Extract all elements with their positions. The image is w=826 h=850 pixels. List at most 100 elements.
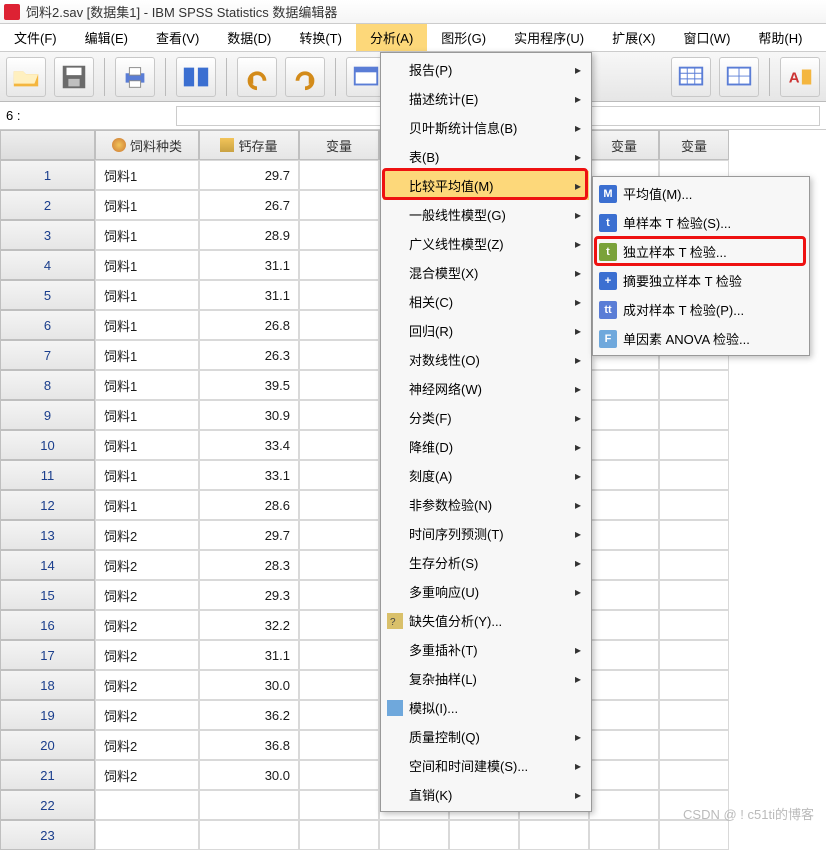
cell-val[interactable]: 28.9 <box>199 220 299 250</box>
open-button[interactable] <box>6 57 46 97</box>
menu-help[interactable]: 帮助(H) <box>744 24 816 51</box>
row-header[interactable]: 5 <box>0 280 95 310</box>
cell-empty[interactable] <box>299 730 379 760</box>
cell-empty[interactable] <box>589 400 659 430</box>
col-header-empty[interactable]: 变量 <box>299 130 379 160</box>
menu-forecast[interactable]: 时间序列预测(T) <box>383 519 589 548</box>
cell-type[interactable]: 饲料2 <box>95 700 199 730</box>
cell-empty[interactable] <box>659 760 729 790</box>
row-header[interactable]: 1 <box>0 160 95 190</box>
cell-empty[interactable] <box>589 700 659 730</box>
cell-type[interactable]: 饲料1 <box>95 190 199 220</box>
cell-val[interactable]: 33.1 <box>199 460 299 490</box>
cell-val[interactable]: 26.3 <box>199 340 299 370</box>
row-header[interactable]: 11 <box>0 460 95 490</box>
cell-type[interactable] <box>95 790 199 820</box>
cell-empty[interactable] <box>299 280 379 310</box>
row-header[interactable]: 8 <box>0 370 95 400</box>
menu-mixed[interactable]: 混合模型(X) <box>383 258 589 287</box>
cell-empty[interactable] <box>299 760 379 790</box>
undo-button[interactable] <box>237 57 277 97</box>
cell-empty[interactable] <box>299 520 379 550</box>
cell-empty[interactable] <box>299 490 379 520</box>
row-header[interactable]: 17 <box>0 640 95 670</box>
cell-empty[interactable] <box>659 580 729 610</box>
cell-empty[interactable] <box>589 460 659 490</box>
cell-empty[interactable] <box>299 460 379 490</box>
cell-empty[interactable] <box>299 370 379 400</box>
row-header[interactable]: 18 <box>0 670 95 700</box>
cell-empty[interactable] <box>659 700 729 730</box>
menu-extensions[interactable]: 扩展(X) <box>598 24 669 51</box>
cell-type[interactable]: 饲料2 <box>95 550 199 580</box>
menu-data[interactable]: 数据(D) <box>213 24 285 51</box>
row-header[interactable]: 7 <box>0 340 95 370</box>
cell-val[interactable]: 28.3 <box>199 550 299 580</box>
cell-empty[interactable] <box>589 820 659 850</box>
menu-mi[interactable]: 多重插补(T) <box>383 635 589 664</box>
cell-type[interactable]: 饲料1 <box>95 160 199 190</box>
cell-empty[interactable] <box>299 400 379 430</box>
cell-type[interactable]: 饲料2 <box>95 760 199 790</box>
cell-val[interactable]: 28.6 <box>199 490 299 520</box>
cell-empty[interactable] <box>519 820 589 850</box>
row-header[interactable]: 4 <box>0 250 95 280</box>
menu-analyze[interactable]: 分析(A) <box>356 24 427 51</box>
cell-type[interactable]: 饲料2 <box>95 670 199 700</box>
row-header[interactable]: 15 <box>0 580 95 610</box>
cell-val[interactable]: 30.9 <box>199 400 299 430</box>
cell-empty[interactable] <box>589 550 659 580</box>
menu-descriptive[interactable]: 描述统计(E) <box>383 84 589 113</box>
print-button[interactable] <box>115 57 155 97</box>
menu-report[interactable]: 报告(P) <box>383 55 589 84</box>
cell-empty[interactable] <box>449 820 519 850</box>
menu-complex[interactable]: 复杂抽样(L) <box>383 664 589 693</box>
sub-anova[interactable]: F单因素 ANOVA 检验... <box>595 324 807 353</box>
cell-empty[interactable] <box>659 370 729 400</box>
cell-type[interactable]: 饲料2 <box>95 730 199 760</box>
cell-type[interactable]: 饲料2 <box>95 580 199 610</box>
cell-val[interactable] <box>199 820 299 850</box>
menu-bayes[interactable]: 贝叶斯统计信息(B) <box>383 113 589 142</box>
menu-compare-means[interactable]: 比较平均值(M) <box>383 171 589 200</box>
cell-val[interactable]: 29.3 <box>199 580 299 610</box>
row-header[interactable]: 13 <box>0 520 95 550</box>
cell-val[interactable]: 31.1 <box>199 250 299 280</box>
cell-empty[interactable] <box>659 550 729 580</box>
menu-regression[interactable]: 回归(R) <box>383 316 589 345</box>
menu-view[interactable]: 查看(V) <box>142 24 213 51</box>
cell-type[interactable] <box>95 820 199 850</box>
row-header[interactable]: 23 <box>0 820 95 850</box>
sub-means[interactable]: M平均值(M)... <box>595 179 807 208</box>
col-header-empty[interactable]: 变量 <box>659 130 729 160</box>
cell-val[interactable]: 30.0 <box>199 670 299 700</box>
cell-empty[interactable] <box>589 610 659 640</box>
row-header[interactable]: 22 <box>0 790 95 820</box>
cell-empty[interactable] <box>659 820 729 850</box>
cell-empty[interactable] <box>659 430 729 460</box>
cell-val[interactable]: 29.7 <box>199 160 299 190</box>
row-header[interactable]: 19 <box>0 700 95 730</box>
cell-empty[interactable] <box>299 640 379 670</box>
col-header-val[interactable]: 钙存量 <box>199 130 299 160</box>
sub-paired-t[interactable]: tt成对样本 T 检验(P)... <box>595 295 807 324</box>
cell-val[interactable]: 26.7 <box>199 190 299 220</box>
row-header[interactable]: 21 <box>0 760 95 790</box>
cell-empty[interactable] <box>299 580 379 610</box>
cell-empty[interactable] <box>589 730 659 760</box>
cell-type[interactable]: 饲料1 <box>95 370 199 400</box>
cell-empty[interactable] <box>589 370 659 400</box>
cell-type[interactable]: 饲料1 <box>95 460 199 490</box>
menu-loglinear[interactable]: 对数线性(O) <box>383 345 589 374</box>
row-header[interactable]: 14 <box>0 550 95 580</box>
cell-val[interactable]: 31.1 <box>199 640 299 670</box>
menu-correlate[interactable]: 相关(C) <box>383 287 589 316</box>
cell-empty[interactable] <box>299 550 379 580</box>
cell-val[interactable]: 39.5 <box>199 370 299 400</box>
col-header-empty[interactable]: 变量 <box>589 130 659 160</box>
cell-val[interactable]: 36.8 <box>199 730 299 760</box>
menu-glm[interactable]: 一般线性模型(G) <box>383 200 589 229</box>
sub-independent-t[interactable]: t独立样本 T 检验... <box>595 237 807 266</box>
cell-empty[interactable] <box>299 430 379 460</box>
cell-type[interactable]: 饲料2 <box>95 520 199 550</box>
